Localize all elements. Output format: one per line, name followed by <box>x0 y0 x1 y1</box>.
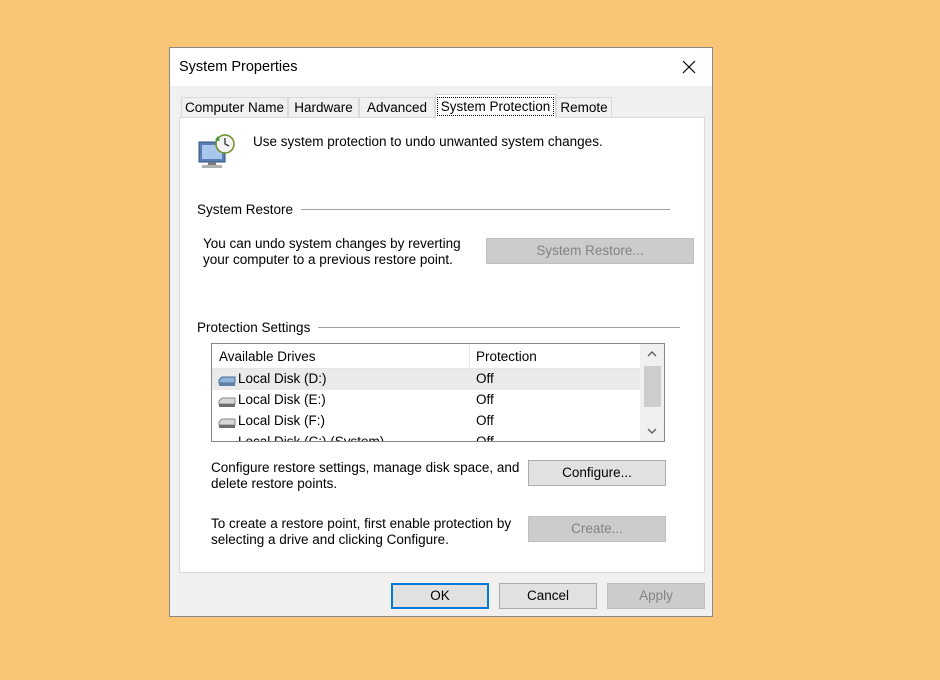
create-button[interactable]: Create... <box>528 516 666 542</box>
scroll-down-button[interactable] <box>640 421 664 441</box>
system-properties-dialog: System Properties Computer Name Hardware… <box>169 47 713 617</box>
ok-button[interactable]: OK <box>391 583 489 609</box>
system-protection-icon <box>198 134 235 168</box>
drive-icon <box>218 397 236 407</box>
title-bar[interactable]: System Properties <box>170 48 712 86</box>
drive-icon <box>218 376 236 386</box>
system-protection-panel: Use system protection to undo unwanted s… <box>179 117 705 573</box>
apply-button[interactable]: Apply <box>607 583 705 609</box>
system-restore-divider <box>297 209 670 210</box>
tab-computer-name[interactable]: Computer Name <box>181 97 288 117</box>
protection-settings-divider <box>317 327 680 328</box>
drive-row-d[interactable]: Local Disk (D:) Off <box>212 369 640 390</box>
scroll-thumb[interactable] <box>644 366 661 407</box>
tab-advanced[interactable]: Advanced <box>359 97 435 117</box>
system-restore-text-line2: your computer to a previous restore poin… <box>203 252 453 267</box>
drive-row-c[interactable]: Local Disk (C:) (System) Off <box>212 432 640 442</box>
windows-drive-icon <box>218 438 236 442</box>
drives-listview[interactable]: Available Drives Protection Local Disk (… <box>211 343 665 442</box>
drive-row-f[interactable]: Local Disk (F:) Off <box>212 411 640 432</box>
protection-settings-group-label: Protection Settings <box>197 320 319 335</box>
system-restore-text-line1: You can undo system changes by reverting <box>203 236 461 251</box>
window-title: System Properties <box>179 59 298 75</box>
create-text-line2: selecting a drive and clicking Configure… <box>211 532 449 547</box>
drive-row-e[interactable]: Local Disk (E:) Off <box>212 390 640 411</box>
listview-header: Available Drives Protection <box>212 344 640 369</box>
system-restore-button[interactable]: System Restore... <box>486 238 694 264</box>
chevron-down-icon <box>647 428 657 434</box>
tab-hardware[interactable]: Hardware <box>288 97 359 117</box>
system-restore-group-label: System Restore <box>197 202 302 217</box>
listview-scrollbar[interactable] <box>640 344 664 441</box>
cancel-button[interactable]: Cancel <box>499 583 597 609</box>
close-button[interactable] <box>666 48 712 86</box>
protection-description: Use system protection to undo unwanted s… <box>253 134 603 149</box>
column-available-drives[interactable]: Available Drives <box>219 349 316 364</box>
tab-remote[interactable]: Remote <box>556 97 612 117</box>
tab-system-protection[interactable]: System Protection <box>435 94 556 118</box>
configure-text-line1: Configure restore settings, manage disk … <box>211 460 520 475</box>
configure-button[interactable]: Configure... <box>528 460 666 486</box>
scroll-up-button[interactable] <box>640 344 664 364</box>
close-icon <box>682 60 696 74</box>
configure-text-line2: delete restore points. <box>211 476 338 491</box>
chevron-up-icon <box>647 351 657 357</box>
column-separator[interactable] <box>469 344 470 368</box>
drive-icon <box>218 418 236 428</box>
create-text-line1: To create a restore point, first enable … <box>211 516 512 531</box>
column-protection[interactable]: Protection <box>476 349 537 364</box>
